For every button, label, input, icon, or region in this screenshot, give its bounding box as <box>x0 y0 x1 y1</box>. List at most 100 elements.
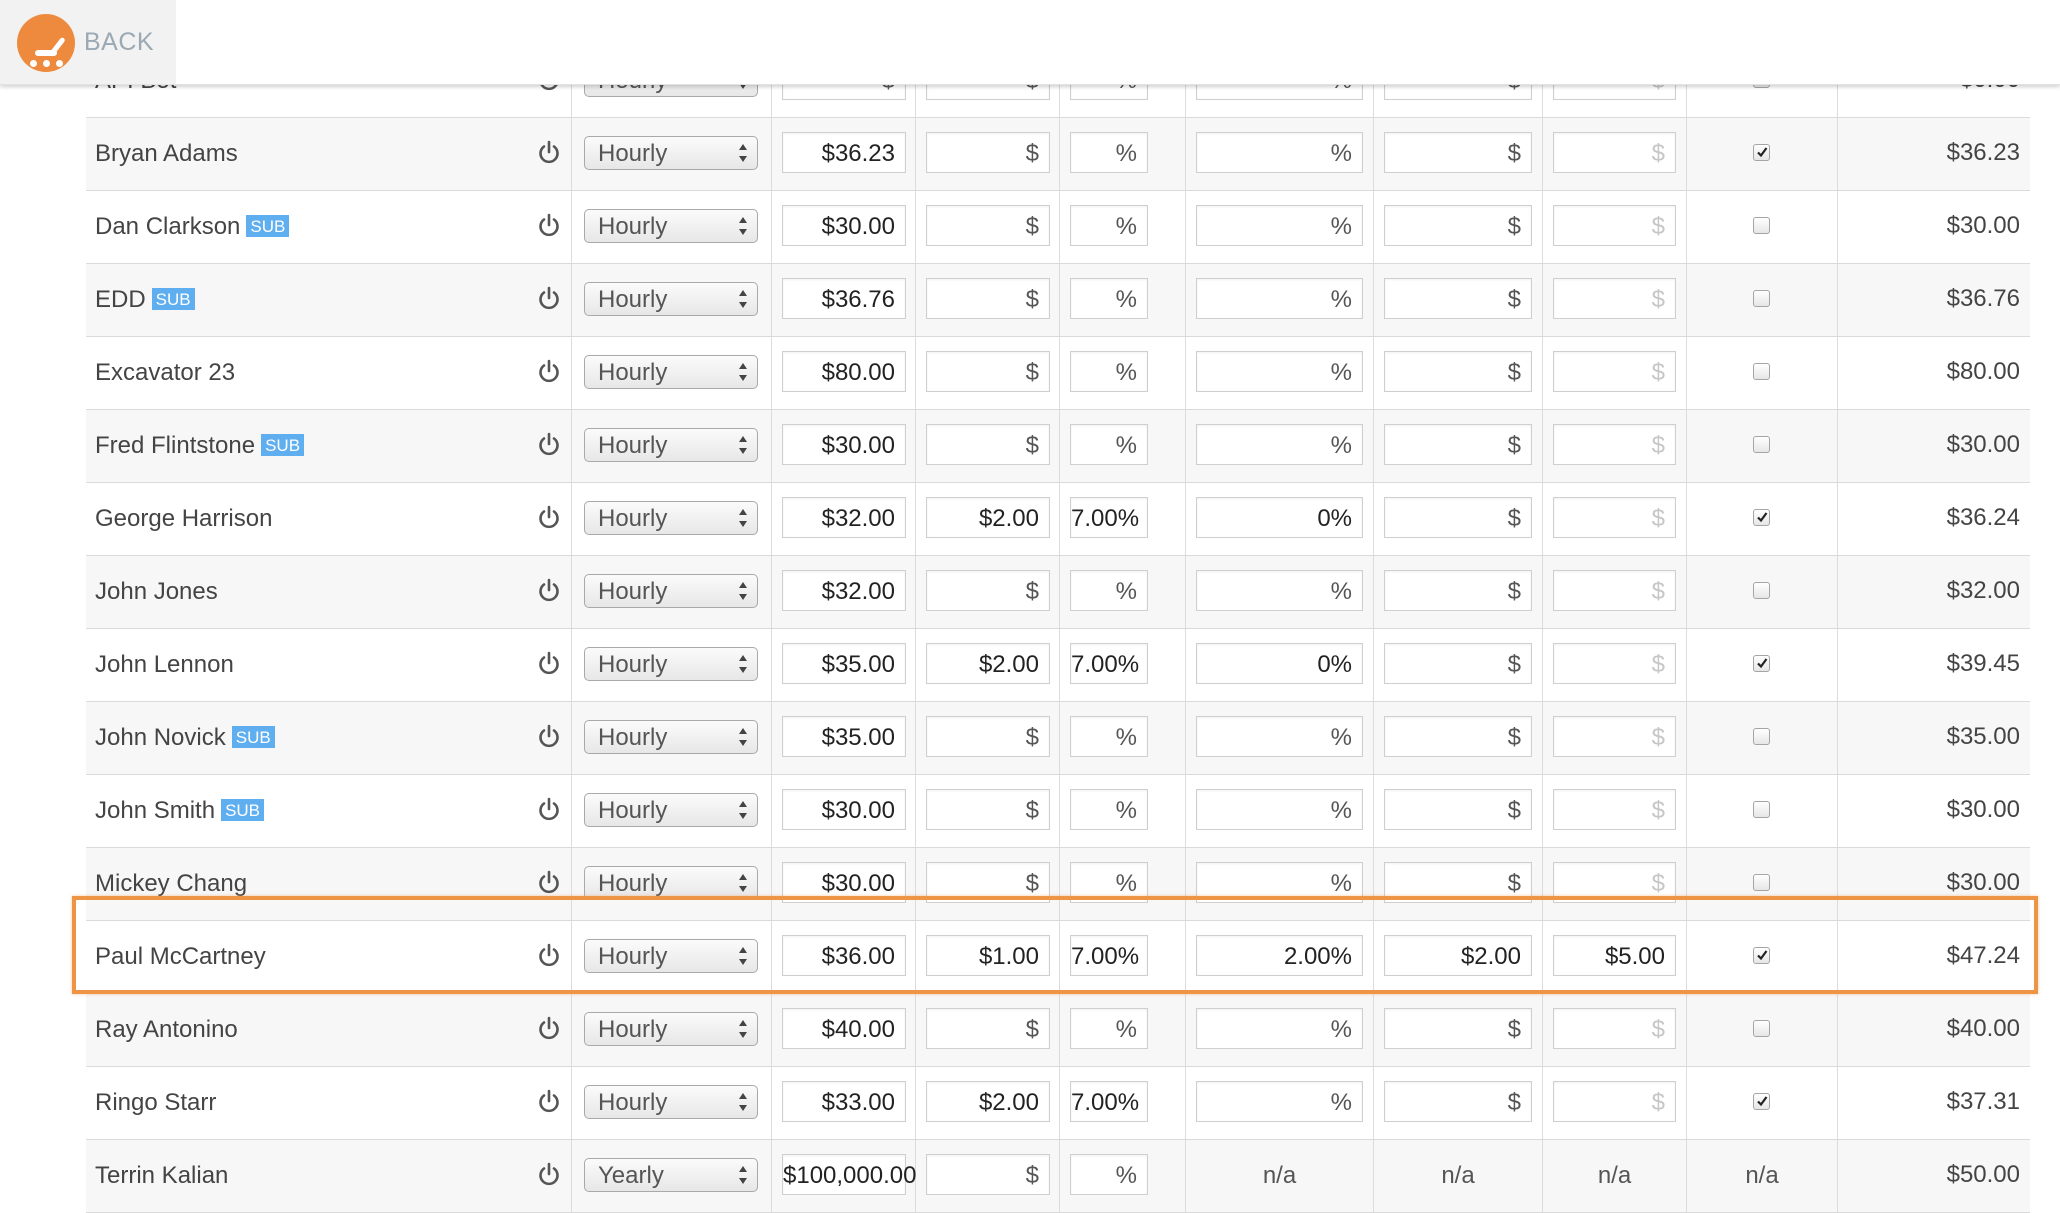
power-icon[interactable] <box>537 432 561 458</box>
pay-type-select[interactable]: Hourly <box>584 793 758 827</box>
percent-input-2[interactable]: % <box>1196 1008 1363 1049</box>
rate-input[interactable]: $30.00 <box>782 862 906 903</box>
percent-input-1[interactable]: % <box>1070 1008 1148 1049</box>
percent-input-2[interactable]: % <box>1196 278 1363 319</box>
percent-input-2[interactable]: % <box>1196 789 1363 830</box>
amount-input-1[interactable]: $ <box>926 424 1050 465</box>
include-checkbox[interactable] <box>1753 582 1770 599</box>
power-icon[interactable] <box>537 870 561 896</box>
amount-input-1[interactable]: $ <box>926 278 1050 319</box>
percent-input-1[interactable]: % <box>1070 351 1148 392</box>
percent-input-1[interactable]: % <box>1070 132 1148 173</box>
power-icon[interactable] <box>537 797 561 823</box>
percent-input-1[interactable]: % <box>1070 1154 1148 1195</box>
amount-input-1[interactable]: $ <box>926 789 1050 830</box>
amount-input-2[interactable]: $ <box>1384 789 1532 830</box>
amount-input-3[interactable]: $ <box>1553 205 1676 246</box>
percent-input-1[interactable]: % <box>1070 716 1148 757</box>
amount-input-2[interactable]: $ <box>1384 862 1532 903</box>
power-icon[interactable] <box>537 651 561 677</box>
amount-input-3[interactable]: $ <box>1553 643 1676 684</box>
include-checkbox[interactable] <box>1753 947 1770 964</box>
percent-input-1[interactable]: % <box>1070 278 1148 319</box>
rate-input[interactable]: $32.00 <box>782 497 906 538</box>
pay-type-select[interactable]: Hourly <box>584 282 758 316</box>
amount-input-3[interactable]: $5.00 <box>1553 935 1676 976</box>
amount-input-2[interactable]: $ <box>1384 205 1532 246</box>
amount-input-3[interactable]: $ <box>1553 132 1676 173</box>
pay-type-select[interactable]: Hourly <box>584 136 758 170</box>
rate-input[interactable]: $35.00 <box>782 643 906 684</box>
include-checkbox[interactable] <box>1753 509 1770 526</box>
rate-input[interactable]: $80.00 <box>782 351 906 392</box>
percent-input-2[interactable]: % <box>1196 570 1363 611</box>
power-icon[interactable] <box>537 1162 561 1188</box>
pay-type-select[interactable]: Yearly <box>584 1158 758 1192</box>
power-icon[interactable] <box>537 213 561 239</box>
include-checkbox[interactable] <box>1753 874 1770 891</box>
amount-input-1[interactable]: $ <box>926 1008 1050 1049</box>
percent-input-2[interactable]: % <box>1196 351 1363 392</box>
pay-type-select[interactable]: Hourly <box>584 1012 758 1046</box>
pay-type-select[interactable]: Hourly <box>584 647 758 681</box>
include-checkbox[interactable] <box>1753 1020 1770 1037</box>
amount-input-1[interactable]: $1.00 <box>926 935 1050 976</box>
rate-input[interactable]: $30.00 <box>782 789 906 830</box>
pay-type-select[interactable]: Hourly <box>584 355 758 389</box>
amount-input-3[interactable]: $ <box>1553 789 1676 830</box>
amount-input-1[interactable]: $ <box>926 205 1050 246</box>
pay-type-select[interactable]: Hourly <box>584 501 758 535</box>
percent-input-2[interactable]: 0% <box>1196 643 1363 684</box>
percent-input-2[interactable]: % <box>1196 205 1363 246</box>
percent-input-1[interactable]: 7.00% <box>1070 643 1148 684</box>
rate-input[interactable]: $36.00 <box>782 935 906 976</box>
percent-input-2[interactable]: % <box>1196 862 1363 903</box>
rate-input[interactable]: $100,000.00 <box>782 1154 916 1195</box>
amount-input-3[interactable]: $ <box>1553 570 1676 611</box>
pay-type-select[interactable]: Hourly <box>584 209 758 243</box>
percent-input-2[interactable]: % <box>1196 424 1363 465</box>
pay-type-select[interactable]: Hourly <box>584 866 758 900</box>
include-checkbox[interactable] <box>1753 801 1770 818</box>
include-checkbox[interactable] <box>1753 144 1770 161</box>
include-checkbox[interactable] <box>1753 728 1770 745</box>
percent-input-1[interactable]: % <box>1070 570 1148 611</box>
back-button[interactable]: BACK <box>0 0 176 84</box>
amount-input-1[interactable]: $ <box>926 351 1050 392</box>
amount-input-1[interactable]: $2.00 <box>926 497 1050 538</box>
pay-type-select[interactable]: Hourly <box>584 574 758 608</box>
amount-input-2[interactable]: $ <box>1384 278 1532 319</box>
amount-input-1[interactable]: $ <box>926 132 1050 173</box>
pay-type-select[interactable]: Hourly <box>584 1085 758 1119</box>
rate-input[interactable]: $36.23 <box>782 132 906 173</box>
rate-input[interactable]: $32.00 <box>782 570 906 611</box>
amount-input-2[interactable]: $ <box>1384 351 1532 392</box>
rate-input[interactable]: $33.00 <box>782 1081 906 1122</box>
percent-input-1[interactable]: 7.00% <box>1070 497 1148 538</box>
power-icon[interactable] <box>537 724 561 750</box>
power-icon[interactable] <box>537 286 561 312</box>
include-checkbox[interactable] <box>1753 1093 1770 1110</box>
amount-input-2[interactable]: $ <box>1384 497 1532 538</box>
include-checkbox[interactable] <box>1753 655 1770 672</box>
amount-input-3[interactable]: $ <box>1553 716 1676 757</box>
power-icon[interactable] <box>537 943 561 969</box>
percent-input-2[interactable]: % <box>1196 716 1363 757</box>
pay-type-select[interactable]: Hourly <box>584 428 758 462</box>
rate-input[interactable]: $30.00 <box>782 424 906 465</box>
percent-input-2[interactable]: 2.00% <box>1196 935 1363 976</box>
amount-input-3[interactable]: $ <box>1553 1081 1676 1122</box>
amount-input-1[interactable]: $ <box>926 1154 1050 1195</box>
power-icon[interactable] <box>537 359 561 385</box>
power-icon[interactable] <box>537 578 561 604</box>
amount-input-3[interactable]: $ <box>1553 424 1676 465</box>
power-icon[interactable] <box>537 1089 561 1115</box>
amount-input-1[interactable]: $ <box>926 716 1050 757</box>
power-icon[interactable] <box>537 1016 561 1042</box>
amount-input-1[interactable]: $2.00 <box>926 643 1050 684</box>
amount-input-2[interactable]: $ <box>1384 643 1532 684</box>
amount-input-2[interactable]: $ <box>1384 424 1532 465</box>
percent-input-2[interactable]: % <box>1196 132 1363 173</box>
include-checkbox[interactable] <box>1753 436 1770 453</box>
percent-input-1[interactable]: % <box>1070 205 1148 246</box>
